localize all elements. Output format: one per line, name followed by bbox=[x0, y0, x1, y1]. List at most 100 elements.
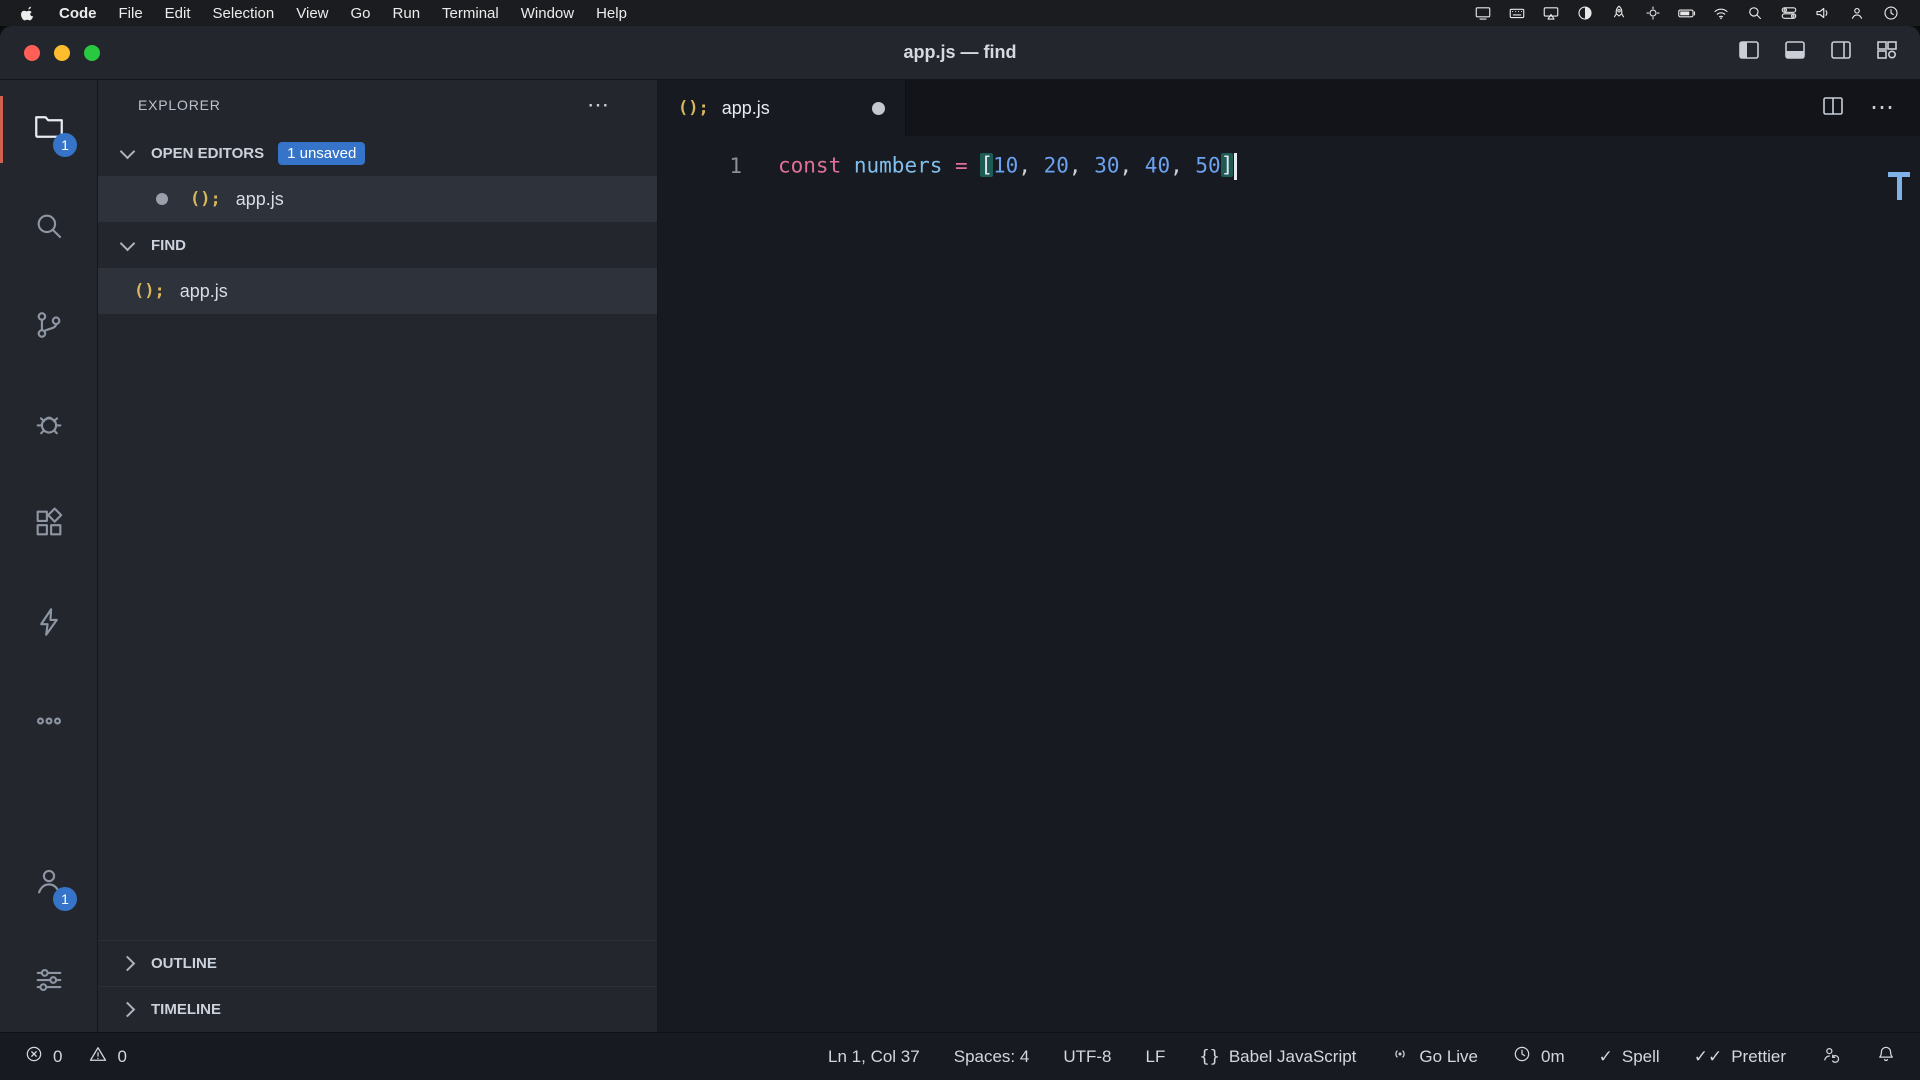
menu-item-window[interactable]: Window bbox=[510, 0, 585, 26]
unsaved-badge: 1 unsaved bbox=[278, 142, 365, 165]
toggle-secondary-sidebar-icon[interactable] bbox=[1828, 38, 1854, 67]
menu-item-terminal[interactable]: Terminal bbox=[431, 0, 510, 26]
cursor-position[interactable]: Ln 1, Col 37 bbox=[828, 1047, 920, 1067]
warnings-count: 0 bbox=[117, 1047, 126, 1067]
toggle-panel-icon[interactable] bbox=[1782, 38, 1808, 67]
indentation[interactable]: Spaces: 4 bbox=[954, 1047, 1030, 1067]
maximize-window-button[interactable] bbox=[84, 45, 100, 61]
spell-checker[interactable]: ✓ Spell bbox=[1599, 1047, 1660, 1067]
menu-status-icons bbox=[1470, 1, 1904, 25]
menu-item-file[interactable]: File bbox=[108, 0, 154, 26]
editor-group: (); app.js ⋯ 1 const numbers = [10, 20, … bbox=[658, 80, 1920, 1032]
menu-item-edit[interactable]: Edit bbox=[154, 0, 202, 26]
volume-icon[interactable] bbox=[1810, 1, 1836, 25]
menu-item-run[interactable]: Run bbox=[382, 0, 432, 26]
overview-ruler-marker bbox=[1888, 172, 1910, 200]
activity-bar-spacer bbox=[0, 773, 97, 834]
broadcast-icon bbox=[1390, 1044, 1410, 1069]
error-icon bbox=[24, 1044, 44, 1069]
tab-modified-dot-icon[interactable] bbox=[872, 102, 885, 115]
customize-layout-icon[interactable] bbox=[1874, 38, 1900, 67]
line-number: 1 bbox=[658, 154, 778, 178]
code-token-number: 20 bbox=[1044, 153, 1069, 177]
status-right: Ln 1, Col 37 Spaces: 4 UTF-8 LF {} Babel… bbox=[828, 1044, 1896, 1069]
explorer-badge: 1 bbox=[53, 133, 77, 157]
menu-item-code[interactable]: Code bbox=[48, 0, 108, 26]
tab-label: app.js bbox=[722, 98, 770, 119]
code-token-plain: , bbox=[1120, 153, 1145, 177]
search-icon bbox=[32, 209, 66, 248]
menu-item-go[interactable]: Go bbox=[340, 0, 382, 26]
activity-run-debug-button[interactable] bbox=[0, 377, 97, 476]
accounts-sync-button[interactable] bbox=[1820, 1044, 1842, 1069]
app-status-icon[interactable] bbox=[1572, 1, 1598, 25]
editor-more-actions-icon[interactable]: ⋯ bbox=[1870, 103, 1896, 113]
user-switch-icon[interactable] bbox=[1844, 1, 1870, 25]
airplay-icon[interactable] bbox=[1538, 1, 1564, 25]
open-editors-section-header[interactable]: OPEN EDITORS 1 unsaved bbox=[98, 130, 657, 176]
explorer-header: EXPLORER ⋯ bbox=[98, 80, 657, 130]
status-left: 0 0 bbox=[24, 1044, 127, 1069]
minimize-window-button[interactable] bbox=[54, 45, 70, 61]
menu-item-selection[interactable]: Selection bbox=[202, 0, 286, 26]
spotlight-icon[interactable] bbox=[1742, 1, 1768, 25]
time-tracker[interactable]: 0m bbox=[1512, 1044, 1565, 1069]
layout-controls bbox=[1736, 26, 1900, 79]
lightning-bolt-icon bbox=[32, 605, 66, 644]
prettier-status[interactable]: ✓✓ Prettier bbox=[1694, 1047, 1786, 1067]
debug-bug-icon bbox=[32, 407, 66, 446]
code-token-bracket: [ bbox=[980, 153, 993, 177]
toggle-primary-sidebar-icon[interactable] bbox=[1736, 38, 1762, 67]
code-editor[interactable]: 1 const numbers = [10, 20, 30, 40, 50] bbox=[658, 136, 1920, 1032]
close-window-button[interactable] bbox=[24, 45, 40, 61]
eol-sequence[interactable]: LF bbox=[1146, 1047, 1166, 1067]
outline-section-header[interactable]: OUTLINE bbox=[98, 940, 657, 986]
activity-search-button[interactable] bbox=[0, 179, 97, 278]
tab-appjs[interactable]: (); app.js bbox=[658, 80, 906, 136]
code-token-bracket: ] bbox=[1221, 153, 1234, 177]
control-center-icon[interactable] bbox=[1776, 1, 1802, 25]
file-item-appjs[interactable]: (); app.js bbox=[98, 268, 657, 314]
ellipsis-icon bbox=[32, 704, 66, 743]
language-mode[interactable]: {} Babel JavaScript bbox=[1199, 1047, 1356, 1067]
workbench: 1 bbox=[0, 80, 1920, 1032]
traffic-lights bbox=[24, 26, 100, 79]
activity-accounts-button[interactable]: 1 bbox=[0, 834, 97, 933]
braces-icon: {} bbox=[1199, 1047, 1219, 1067]
open-editor-item-appjs[interactable]: (); app.js bbox=[98, 176, 657, 222]
screen-mirroring-icon[interactable] bbox=[1470, 1, 1496, 25]
wifi-icon[interactable] bbox=[1708, 1, 1734, 25]
clock-icon bbox=[1512, 1044, 1532, 1069]
activity-manage-button[interactable] bbox=[0, 933, 97, 1032]
activity-more-button[interactable] bbox=[0, 674, 97, 773]
code-token-plain bbox=[942, 153, 955, 177]
extensions-icon bbox=[32, 506, 66, 545]
rocket-icon[interactable] bbox=[1606, 1, 1632, 25]
go-live-button[interactable]: Go Live bbox=[1390, 1044, 1478, 1069]
explorer-more-actions-icon[interactable]: ⋯ bbox=[587, 100, 611, 110]
timeline-section-header[interactable]: TIMELINE bbox=[98, 986, 657, 1032]
go-live-label: Go Live bbox=[1419, 1047, 1478, 1067]
folder-section-header[interactable]: FIND bbox=[98, 222, 657, 268]
menu-item-view[interactable]: View bbox=[285, 0, 339, 26]
code-token-number: 50 bbox=[1195, 153, 1220, 177]
menu-items: FileEditSelectionViewGoRunTerminalWindow… bbox=[108, 0, 638, 26]
activity-explorer-button[interactable]: 1 bbox=[0, 80, 97, 179]
notifications-button[interactable] bbox=[1876, 1044, 1896, 1069]
code-token-plain: , bbox=[1018, 153, 1043, 177]
keyboard-icon[interactable] bbox=[1504, 1, 1530, 25]
activity-source-control-button[interactable] bbox=[0, 278, 97, 377]
battery-icon[interactable] bbox=[1674, 1, 1700, 25]
problems-warnings[interactable]: 0 bbox=[88, 1044, 126, 1069]
encoding[interactable]: UTF-8 bbox=[1063, 1047, 1111, 1067]
menu-item-help[interactable]: Help bbox=[585, 0, 638, 26]
split-editor-icon[interactable] bbox=[1820, 94, 1846, 123]
apple-menu-icon[interactable] bbox=[16, 5, 48, 21]
settings-sliders-icon bbox=[32, 963, 66, 1002]
code-line[interactable]: const numbers = [10, 20, 30, 40, 50] bbox=[778, 153, 1237, 180]
activity-live-server-button[interactable] bbox=[0, 575, 97, 674]
keyboard-brightness-icon[interactable] bbox=[1640, 1, 1666, 25]
activity-extensions-button[interactable] bbox=[0, 476, 97, 575]
clock-icon[interactable] bbox=[1878, 1, 1904, 25]
problems-errors[interactable]: 0 bbox=[24, 1044, 62, 1069]
